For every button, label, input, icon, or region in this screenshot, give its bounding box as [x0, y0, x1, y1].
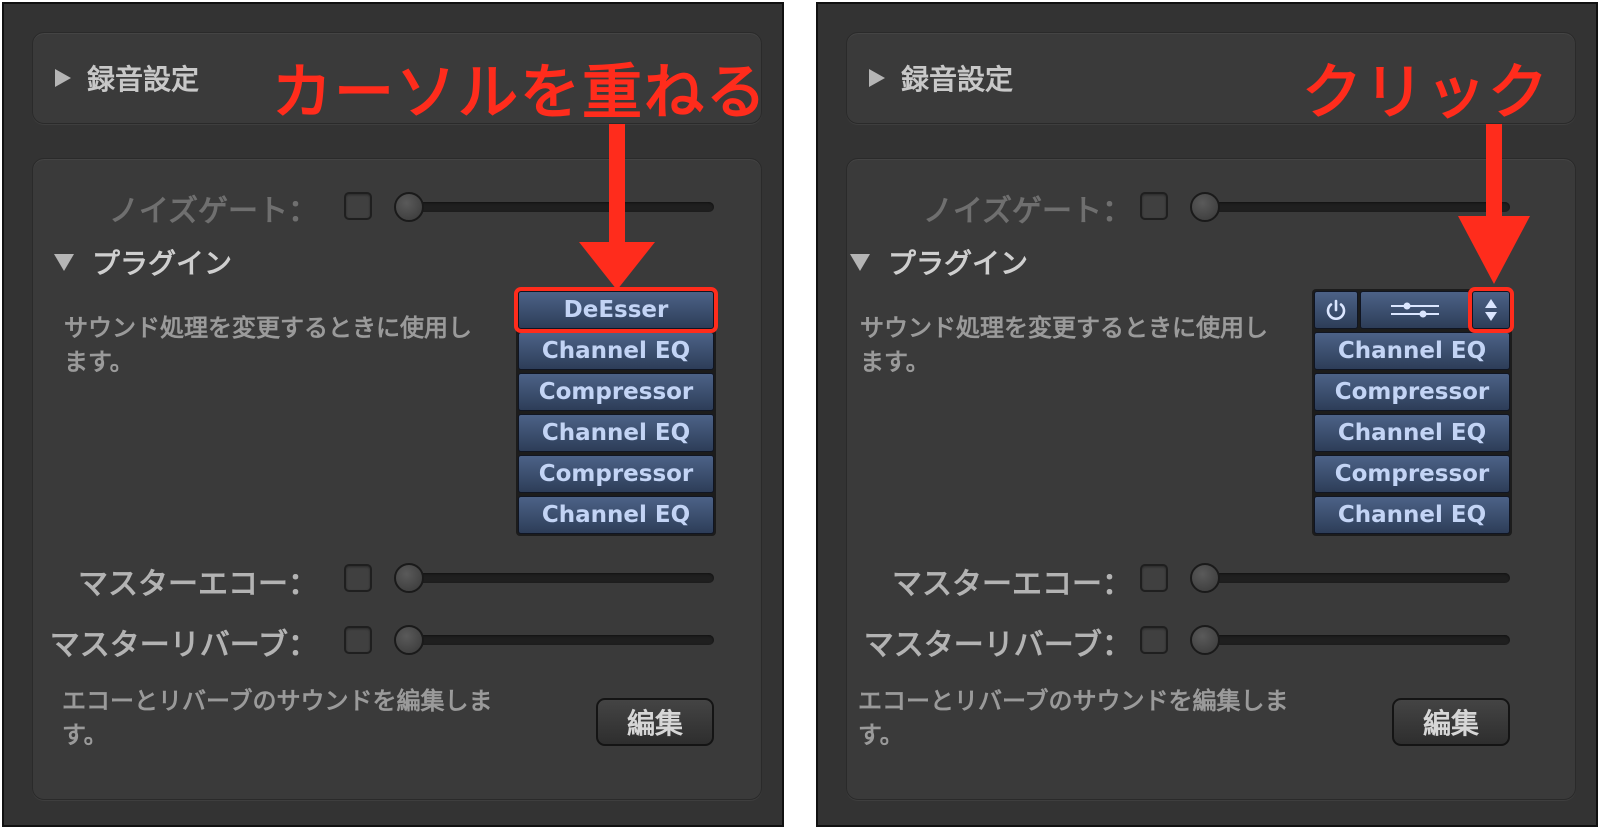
- noise-gate-slider-knob[interactable]: [1190, 192, 1220, 222]
- plugin-slot-4[interactable]: Channel EQ: [518, 414, 714, 452]
- noise-gate-label: ノイズゲート：: [922, 194, 1132, 229]
- recording-settings-header[interactable]: 録音設定: [869, 61, 1014, 96]
- plugins-header[interactable]: プラグイン: [54, 244, 232, 280]
- annotation-arrow-head: [1458, 216, 1530, 284]
- noise-gate-label: ノイズゲート：: [108, 194, 318, 229]
- master-echo-slider[interactable]: [402, 573, 714, 583]
- annotation-arrow-shaft: [1486, 124, 1502, 220]
- noise-gate-checkbox[interactable]: [344, 192, 372, 220]
- edit-description: エコーとリバーブのサウンドを編集します。: [858, 687, 1289, 749]
- plugin-slot-4[interactable]: Channel EQ: [1314, 414, 1510, 452]
- plugin-slot-list: Channel EQ Compressor Channel EQ Compres…: [1312, 287, 1514, 536]
- plugin-slot-5[interactable]: Compressor: [1314, 455, 1510, 493]
- recording-settings-label: 録音設定: [901, 63, 1014, 96]
- disclosure-expanded-icon[interactable]: [850, 253, 870, 271]
- master-reverb-slider[interactable]: [402, 635, 714, 645]
- plugins-description: サウンド処理を変更するときに使用します。: [64, 314, 472, 376]
- annotation-hover: カーソルを重ねる: [272, 58, 768, 128]
- sliders-icon: [1391, 302, 1439, 318]
- plugin-slot-list: DeEsser Channel EQ Compressor Channel EQ…: [514, 287, 718, 536]
- edit-button[interactable]: 編集: [1392, 698, 1510, 746]
- plugin-select-button[interactable]: [1468, 287, 1514, 333]
- plugins-title: プラグイン: [888, 247, 1029, 280]
- plugin-slot-2[interactable]: Channel EQ: [1314, 332, 1510, 370]
- master-reverb-checkbox[interactable]: [344, 626, 372, 654]
- power-icon: [1326, 299, 1346, 320]
- power-button[interactable]: [1314, 291, 1358, 329]
- noise-gate-slider[interactable]: [1198, 202, 1510, 212]
- plugin-slot-6[interactable]: Channel EQ: [1314, 496, 1510, 534]
- plugin-slot-1-controls: [1314, 287, 1514, 333]
- noise-gate-slider[interactable]: [402, 202, 714, 212]
- master-reverb-slider[interactable]: [1198, 635, 1510, 645]
- noise-gate-checkbox[interactable]: [1140, 192, 1168, 220]
- left-panel: 録音設定 カーソルを重ねる ノイズゲート： プラグイン サウンド処理を変更すると…: [2, 2, 784, 827]
- plugin-slot-3[interactable]: Compressor: [1314, 373, 1510, 411]
- plugins-description: サウンド処理を変更するときに使用します。: [860, 314, 1268, 376]
- disclosure-collapsed-icon[interactable]: [869, 69, 885, 87]
- annotation-arrow-head: [579, 242, 655, 290]
- plugin-slot-2[interactable]: Channel EQ: [518, 332, 714, 370]
- annotation-click: クリック: [1302, 58, 1550, 128]
- master-reverb-checkbox[interactable]: [1140, 626, 1168, 654]
- master-reverb-label: マスターリバーブ：: [49, 628, 318, 663]
- plugin-settings-button[interactable]: [1360, 291, 1470, 329]
- annotation-arrow-shaft: [609, 124, 625, 244]
- master-echo-label: マスターエコー：: [78, 567, 318, 602]
- master-reverb-slider-knob[interactable]: [1190, 625, 1220, 655]
- plugin-slot-3[interactable]: Compressor: [518, 373, 714, 411]
- disclosure-collapsed-icon[interactable]: [55, 69, 71, 87]
- noise-gate-slider-knob[interactable]: [394, 192, 424, 222]
- plugin-slot-1[interactable]: DeEsser: [514, 287, 718, 333]
- recording-settings-header[interactable]: 録音設定: [55, 61, 200, 96]
- disclosure-expanded-icon[interactable]: [54, 253, 74, 271]
- edit-description: エコーとリバーブのサウンドを編集します。: [62, 687, 493, 749]
- master-reverb-label: マスターリバーブ：: [863, 628, 1132, 663]
- up-down-arrows-icon: [1485, 299, 1497, 321]
- master-echo-slider[interactable]: [1198, 573, 1510, 583]
- plugin-slot-6[interactable]: Channel EQ: [518, 496, 714, 534]
- master-echo-checkbox[interactable]: [344, 564, 372, 592]
- plugins-header[interactable]: プラグイン: [850, 244, 1028, 280]
- recording-settings-label: 録音設定: [87, 63, 200, 96]
- master-echo-slider-knob[interactable]: [394, 563, 424, 593]
- master-echo-slider-knob[interactable]: [1190, 563, 1220, 593]
- plugin-slot-5[interactable]: Compressor: [518, 455, 714, 493]
- master-echo-label: マスターエコー：: [892, 567, 1132, 602]
- edit-button[interactable]: 編集: [596, 698, 714, 746]
- right-panel: 録音設定 クリック ノイズゲート： プラグイン サウンド処理を変更するときに使用…: [816, 2, 1598, 827]
- plugins-title: プラグイン: [92, 247, 233, 280]
- master-echo-checkbox[interactable]: [1140, 564, 1168, 592]
- master-reverb-slider-knob[interactable]: [394, 625, 424, 655]
